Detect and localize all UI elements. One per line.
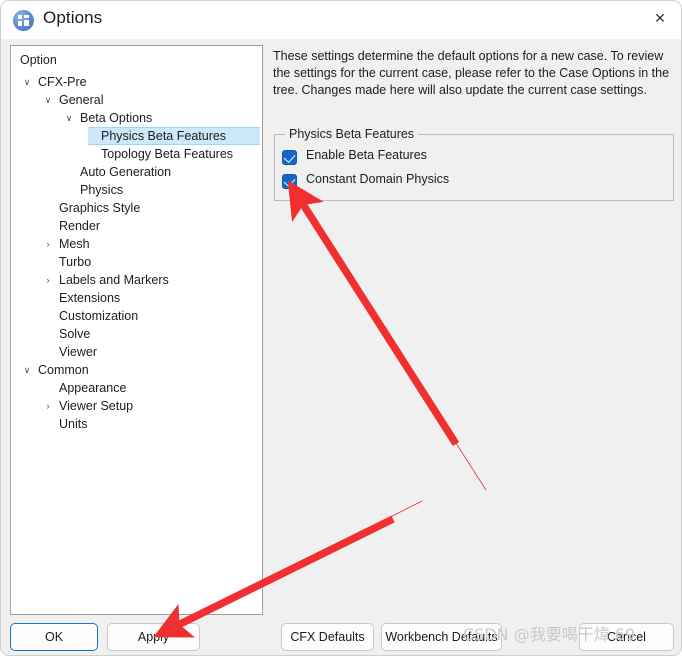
- check-icon: [283, 150, 296, 164]
- tree-item-label: CFX-Pre: [38, 75, 87, 89]
- ok-button[interactable]: OK: [10, 623, 98, 651]
- check-icon: [283, 174, 296, 188]
- tree-item-extensions[interactable]: Extensions: [11, 289, 262, 307]
- tree-item-label: General: [59, 93, 104, 107]
- tree-item-physics-beta-features[interactable]: Physics Beta Features: [11, 127, 262, 145]
- chevron-right-icon[interactable]: ›: [42, 397, 54, 415]
- chevron-down-icon[interactable]: ∨: [42, 91, 54, 109]
- tree-item-label: Turbo: [59, 255, 92, 269]
- tree-item-label: Topology Beta Features: [101, 147, 234, 161]
- apply-button[interactable]: Apply: [107, 623, 200, 651]
- chevron-down-icon[interactable]: ∨: [63, 109, 75, 127]
- option-tree-panel[interactable]: Option ∨ CFX-Pre ∨ General ∨ Beta Options Phys…: [10, 45, 263, 615]
- tree-item-render[interactable]: Render: [11, 217, 262, 235]
- tree-item-appearance[interactable]: Appearance: [11, 379, 262, 397]
- tree-item-label: Viewer: [59, 345, 97, 359]
- tree-item-units[interactable]: Units: [11, 415, 262, 433]
- tree-item-label: Labels and Markers: [59, 273, 169, 287]
- tree-item-label: Beta Options: [80, 111, 153, 125]
- tree-item-viewer[interactable]: Viewer: [11, 343, 262, 361]
- tree-item-label: Extensions: [59, 291, 121, 305]
- tree-item-labels-and-markers[interactable]: › Labels and Markers: [11, 271, 262, 289]
- chevron-right-icon[interactable]: ›: [42, 271, 54, 289]
- physics-beta-features-group: Physics Beta Features Enable Beta Featur…: [274, 127, 674, 201]
- options-dialog: Options ✕ Option ∨ CFX-Pre ∨ General ∨ Beta O…: [0, 0, 682, 656]
- cfx-defaults-button[interactable]: CFX Defaults: [281, 623, 374, 651]
- tree-item-label: Solve: [59, 327, 91, 341]
- tree-item-beta-options[interactable]: ∨ Beta Options: [11, 109, 262, 127]
- close-icon[interactable]: ✕: [637, 1, 681, 35]
- tree-item-label: Graphics Style: [59, 201, 141, 215]
- options-window-icon: [13, 10, 34, 31]
- arrow-to-constant-domain-physics-thick: [287, 180, 460, 447]
- tree-item-turbo[interactable]: Turbo: [11, 253, 262, 271]
- tree-item-label: Appearance: [59, 381, 127, 395]
- tree-item-common[interactable]: ∨ Common: [11, 361, 262, 379]
- tree-column-header: Option: [20, 53, 57, 67]
- csdn-watermark: CSDN @我要喝干煒 69: [463, 625, 636, 644]
- tree-item-label: Common: [38, 363, 89, 377]
- tree-item-label: Customization: [59, 309, 139, 323]
- tree-item-label: Units: [59, 417, 88, 431]
- chevron-down-icon[interactable]: ∨: [21, 73, 33, 91]
- tree-item-auto-generation[interactable]: Auto Generation: [11, 163, 262, 181]
- tree-item-viewer-setup[interactable]: › Viewer Setup: [11, 397, 262, 415]
- chevron-down-icon[interactable]: ∨: [21, 361, 33, 379]
- tree-item-general[interactable]: ∨ General: [11, 91, 262, 109]
- tree-item-label: Physics: [80, 183, 124, 197]
- chevron-right-icon[interactable]: ›: [42, 235, 54, 253]
- tree-item-graphics-style[interactable]: Graphics Style: [11, 199, 262, 217]
- group-legend: Physics Beta Features: [285, 127, 419, 141]
- arrow-to-constant-domain-physics: [296, 194, 487, 491]
- tree-item-label: Render: [59, 219, 100, 233]
- settings-description: These settings determine the default opt…: [273, 49, 670, 97]
- checkbox-label: Enable Beta Features: [306, 148, 427, 162]
- window-title: Options: [43, 8, 103, 27]
- tree-item-solve[interactable]: Solve: [11, 325, 262, 343]
- checkbox-label: Constant Domain Physics: [306, 172, 450, 186]
- tree-item-cfx-pre[interactable]: ∨ CFX-Pre: [11, 73, 262, 91]
- tree-item-customization[interactable]: Customization: [11, 307, 262, 325]
- tree-item-label: Auto Generation: [80, 165, 172, 179]
- tree-item-mesh[interactable]: › Mesh: [11, 235, 262, 253]
- tree-item-label: Mesh: [59, 237, 90, 251]
- tree-item-topology-beta-features[interactable]: Topology Beta Features: [11, 145, 262, 163]
- tree-item-label: Physics Beta Features: [101, 129, 227, 143]
- title-bar: Options ✕: [1, 1, 681, 39]
- tree-item-physics[interactable]: Physics: [11, 181, 262, 199]
- tree-item-label: Viewer Setup: [59, 399, 134, 413]
- checkbox-checked-icon[interactable]: [282, 174, 297, 189]
- checkbox-checked-icon[interactable]: [282, 150, 297, 165]
